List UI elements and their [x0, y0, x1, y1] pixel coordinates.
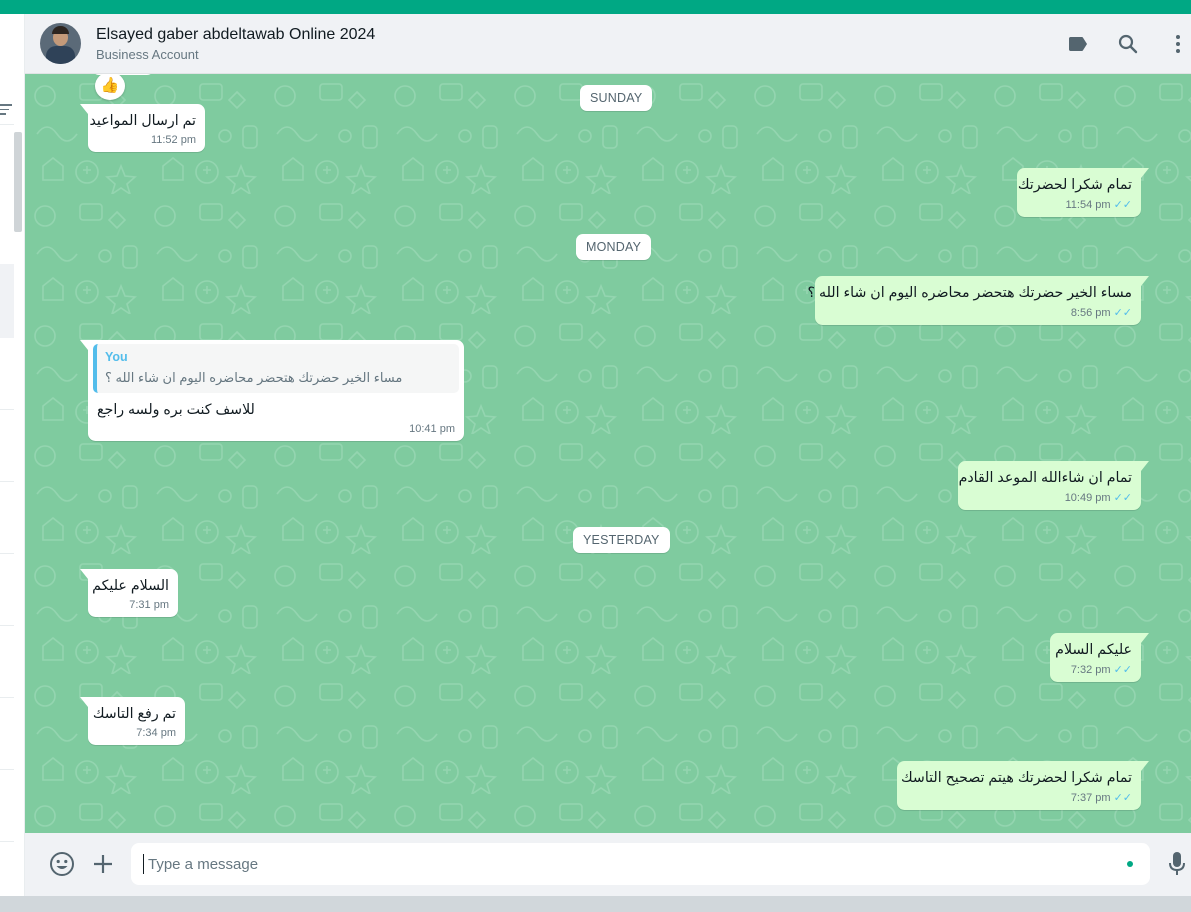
message-text: تمام ان شاءالله الموعد القادم [958, 470, 1132, 486]
divider [0, 481, 14, 482]
conversation-panel[interactable]: 👍 SUNDAY MONDAY YESTERDAY تم ارسال الموا… [25, 74, 1191, 833]
menu-icon[interactable] [1166, 32, 1190, 56]
message-time: 11:54 pm [1065, 199, 1111, 211]
label-icon[interactable] [1066, 32, 1090, 56]
message-text: تم رفع التاسك [92, 706, 176, 722]
date-divider: SUNDAY [580, 85, 653, 111]
message-time: 10:41 pm [409, 423, 455, 435]
message-time: 7:37 pm [1070, 792, 1111, 804]
message-text: السلام عليكم [92, 578, 169, 594]
contact-subtitle: Business Account [96, 47, 199, 62]
message-outgoing[interactable]: تمام شكرا لحضرتك هيتم تصحيح التاسك 7:37 … [897, 761, 1149, 810]
divider [0, 769, 14, 770]
read-receipt-icon: ✓✓ [1113, 792, 1132, 804]
quoted-author: You [105, 350, 128, 364]
message-incoming[interactable]: السلام عليكم 7:31 pm [80, 569, 178, 617]
read-receipt-icon: ✓✓ [1113, 307, 1132, 319]
message-time: 11:52 pm [150, 134, 196, 146]
top-accent-bar [0, 0, 1191, 14]
filter-icon[interactable] [0, 104, 12, 118]
message-outgoing[interactable]: مساء الخير حضرتك هتحضر محاضره اليوم ان ش… [807, 276, 1149, 325]
message-time: 7:34 pm [136, 727, 176, 739]
search-icon[interactable] [1116, 32, 1140, 56]
read-receipt-icon: ✓✓ [1113, 199, 1132, 211]
message-text: تمام شكرا لحضرتك [1017, 177, 1132, 193]
status-dot [1127, 861, 1133, 867]
emoji-icon[interactable] [49, 851, 75, 877]
message-time: 8:56 pm [1070, 307, 1111, 319]
message-outgoing[interactable]: عليكم السلام 7:32 pm ✓✓ [1050, 633, 1149, 682]
message-text: عليكم السلام [1055, 642, 1132, 658]
message-text: للاسف كنت بره ولسه راجع [97, 402, 255, 418]
message-input[interactable] [143, 854, 1103, 874]
message-text: تمام شكرا لحضرتك هيتم تصحيح التاسك [900, 770, 1132, 786]
divider [0, 553, 14, 554]
divider [0, 697, 14, 698]
contact-name[interactable]: Elsayed gaber abdeltawab Online 2024 [96, 26, 375, 44]
message-incoming[interactable]: تم ارسال المواعيد 11:52 pm [80, 104, 205, 152]
message-text: مساء الخير حضرتك هتحضر محاضره اليوم ان ش… [807, 285, 1132, 301]
date-divider: MONDAY [576, 234, 652, 260]
message-time: 7:31 pm [129, 599, 169, 611]
read-receipt-icon: ✓✓ [1113, 492, 1132, 504]
message-outgoing[interactable]: تمام شكرا لحضرتك 11:54 pm ✓✓ [1017, 168, 1149, 217]
message-time: 10:49 pm [1064, 492, 1111, 504]
chat-list-scrollbar[interactable] [14, 132, 22, 232]
attach-plus-icon[interactable] [91, 852, 115, 876]
message-input-container[interactable] [131, 843, 1150, 885]
chat-header[interactable]: Elsayed gaber abdeltawab Online 2024 Bus… [25, 14, 1191, 74]
divider [0, 841, 14, 842]
divider [0, 124, 14, 125]
quoted-message[interactable]: You مساء الخير حضرتك هتحضر محاضره اليوم … [93, 344, 459, 393]
divider [0, 625, 14, 626]
chat-list-panel-edge [0, 14, 25, 896]
message-composer [25, 833, 1191, 896]
bottom-bar [0, 896, 1191, 912]
message-text: تم ارسال المواعيد [89, 113, 196, 129]
message-incoming-reply[interactable]: You مساء الخير حضرتك هتحضر محاضره اليوم … [80, 340, 464, 441]
avatar[interactable] [40, 23, 81, 64]
message-incoming[interactable]: تم رفع التاسك 7:34 pm [80, 697, 185, 745]
divider [0, 409, 14, 410]
date-divider: YESTERDAY [573, 527, 670, 553]
quoted-text: مساء الخير حضرتك هتحضر محاضره اليوم ان ش… [105, 370, 403, 385]
read-receipt-icon: ✓✓ [1113, 664, 1132, 676]
message-outgoing[interactable]: تمام ان شاءالله الموعد القادم 10:49 pm ✓✓ [958, 461, 1149, 510]
selected-chat-item[interactable] [0, 264, 14, 338]
message-time: 7:32 pm [1070, 664, 1111, 676]
microphone-icon[interactable] [1168, 851, 1186, 877]
